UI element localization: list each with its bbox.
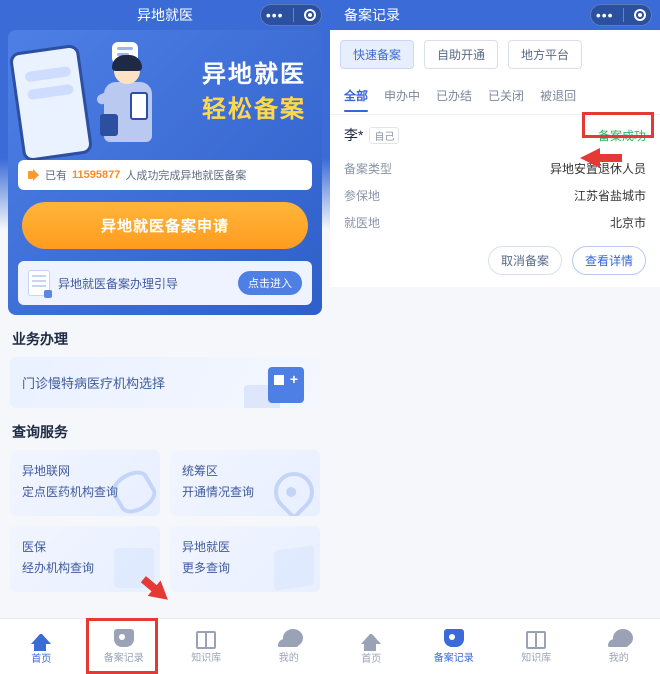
cancel-record-button[interactable]: 取消备案 [488, 246, 562, 275]
tab-label: 知识库 [191, 649, 221, 664]
more-icon[interactable]: ••• [596, 8, 614, 22]
right-tabbar: 首页 备案记录 知识库 我的 [330, 618, 660, 674]
speaker-icon [28, 169, 40, 181]
stack-icon [274, 545, 314, 591]
tab-records[interactable]: 备案记录 [83, 619, 166, 674]
user-icon [613, 629, 633, 647]
user-icon [283, 629, 303, 647]
query-card-more[interactable]: 异地就医 更多查询 [170, 526, 320, 592]
tab-label: 首页 [361, 650, 381, 665]
book-icon [196, 631, 216, 649]
section-query-title: 查询服务 [0, 408, 330, 450]
left-header: 异地就医 ••• [0, 0, 330, 30]
record-card: 李* 自己 备案成功 备案类型 异地安置退休人员 参保地 江苏省盐城市 就医地 … [330, 115, 660, 293]
apply-button[interactable]: 异地就医备案申请 [22, 202, 308, 249]
miniapp-capsule[interactable]: ••• [590, 4, 652, 26]
guide-enter-button[interactable]: 点击进入 [238, 271, 302, 295]
tab-knowledge[interactable]: 知识库 [495, 619, 578, 674]
record-row: 参保地 江苏省盐城市 [344, 182, 646, 209]
left-header-title: 异地就医 [137, 5, 193, 25]
biz-card[interactable]: 门诊慢特病医疗机构选择 [10, 357, 320, 408]
right-header: 备案记录 ••• [330, 0, 660, 30]
document-icon [114, 548, 154, 588]
tab-all[interactable]: 全部 [336, 79, 376, 114]
left-tabbar: 首页 备案记录 知识库 我的 [0, 618, 330, 674]
tab-label: 备案记录 [434, 649, 474, 664]
success-count-banner: 已有 11595877 人成功完成异地就医备案 [18, 160, 312, 190]
slogan-line2: 轻松备案 [202, 89, 306, 124]
tab-label: 首页 [31, 650, 51, 665]
count-number: 11595877 [72, 169, 120, 181]
guide-row[interactable]: 异地就医备案办理引导 点击进入 [18, 261, 312, 305]
row-key: 备案类型 [344, 160, 392, 177]
row-value: 异地安置退休人员 [550, 160, 646, 177]
tab-label: 知识库 [521, 649, 551, 664]
chip-local[interactable]: 地方平台 [508, 40, 582, 69]
section-biz-title: 业务办理 [0, 315, 330, 357]
row-value: 江苏省盐城市 [574, 187, 646, 204]
record-row: 就医地 北京市 [344, 209, 646, 236]
capsule-sep [293, 8, 294, 22]
guide-text: 异地就医备案办理引导 [58, 275, 230, 292]
row-key: 参保地 [344, 187, 380, 204]
tab-home[interactable]: 首页 [330, 619, 413, 674]
chip-self[interactable]: 自助开通 [424, 40, 498, 69]
status-tabs: 全部 申办中 已办结 已关闭 被退回 [330, 79, 660, 115]
close-icon[interactable] [634, 9, 646, 21]
right-header-title: 备案记录 [344, 5, 400, 25]
tab-processing[interactable]: 申办中 [376, 79, 428, 114]
row-key: 就医地 [344, 214, 380, 231]
tab-knowledge[interactable]: 知识库 [165, 619, 248, 674]
query-grid: 异地联网 定点医药机构查询 统筹区 开通情况查询 医保 经办机构查询 异地就医 … [10, 450, 320, 592]
query-card-network[interactable]: 异地联网 定点医药机构查询 [10, 450, 160, 516]
more-icon[interactable]: ••• [266, 8, 284, 22]
tab-home[interactable]: 首页 [0, 619, 83, 674]
left-phone: 异地就医 ••• 异地就医 [0, 0, 330, 674]
right-phone: 备案记录 ••• 快速备案 自助开通 地方平台 全部 申办中 已办结 已关闭 被… [330, 0, 660, 674]
hospital-icon [268, 367, 304, 403]
query-card-region[interactable]: 统筹区 开通情况查询 [170, 450, 320, 516]
tab-closed[interactable]: 已关闭 [480, 79, 532, 114]
count-prefix: 已有 [45, 167, 67, 183]
filter-chips: 快速备案 自助开通 地方平台 [330, 30, 660, 79]
chip-fast[interactable]: 快速备案 [340, 40, 414, 69]
tab-records[interactable]: 备案记录 [413, 619, 496, 674]
tab-mine[interactable]: 我的 [578, 619, 660, 674]
row-value: 北京市 [610, 214, 646, 231]
shield-icon [114, 629, 134, 647]
shield-icon [444, 629, 464, 647]
capsule-sep [623, 8, 624, 22]
tab-label: 我的 [609, 649, 629, 664]
view-detail-button[interactable]: 查看详情 [572, 246, 646, 275]
hero-card: 异地就医 轻松备案 已有 11595877 人成功完成异地就医备案 异地就医备案… [8, 30, 322, 315]
query-card-agency[interactable]: 医保 经办机构查询 [10, 526, 160, 592]
tab-done[interactable]: 已办结 [428, 79, 480, 114]
tab-returned[interactable]: 被退回 [532, 79, 584, 114]
count-suffix: 人成功完成异地就医备案 [125, 167, 246, 183]
record-name: 李* 自己 [344, 125, 399, 145]
hero-illustration [16, 38, 176, 158]
tab-mine[interactable]: 我的 [248, 619, 331, 674]
document-icon [28, 270, 50, 296]
hero-slogan: 异地就医 轻松备案 [202, 54, 306, 124]
miniapp-capsule[interactable]: ••• [260, 4, 322, 26]
self-tag: 自己 [369, 127, 399, 144]
home-icon [31, 625, 51, 644]
record-row: 备案类型 异地安置退休人员 [344, 155, 646, 182]
tab-label: 我的 [279, 649, 299, 664]
slogan-line1: 异地就医 [202, 54, 306, 89]
home-icon [361, 625, 381, 644]
book-icon [526, 631, 546, 649]
tab-label: 备案记录 [104, 649, 144, 664]
record-name-text: 李* [344, 125, 363, 145]
close-icon[interactable] [304, 9, 316, 21]
record-status: 备案成功 [598, 127, 646, 144]
